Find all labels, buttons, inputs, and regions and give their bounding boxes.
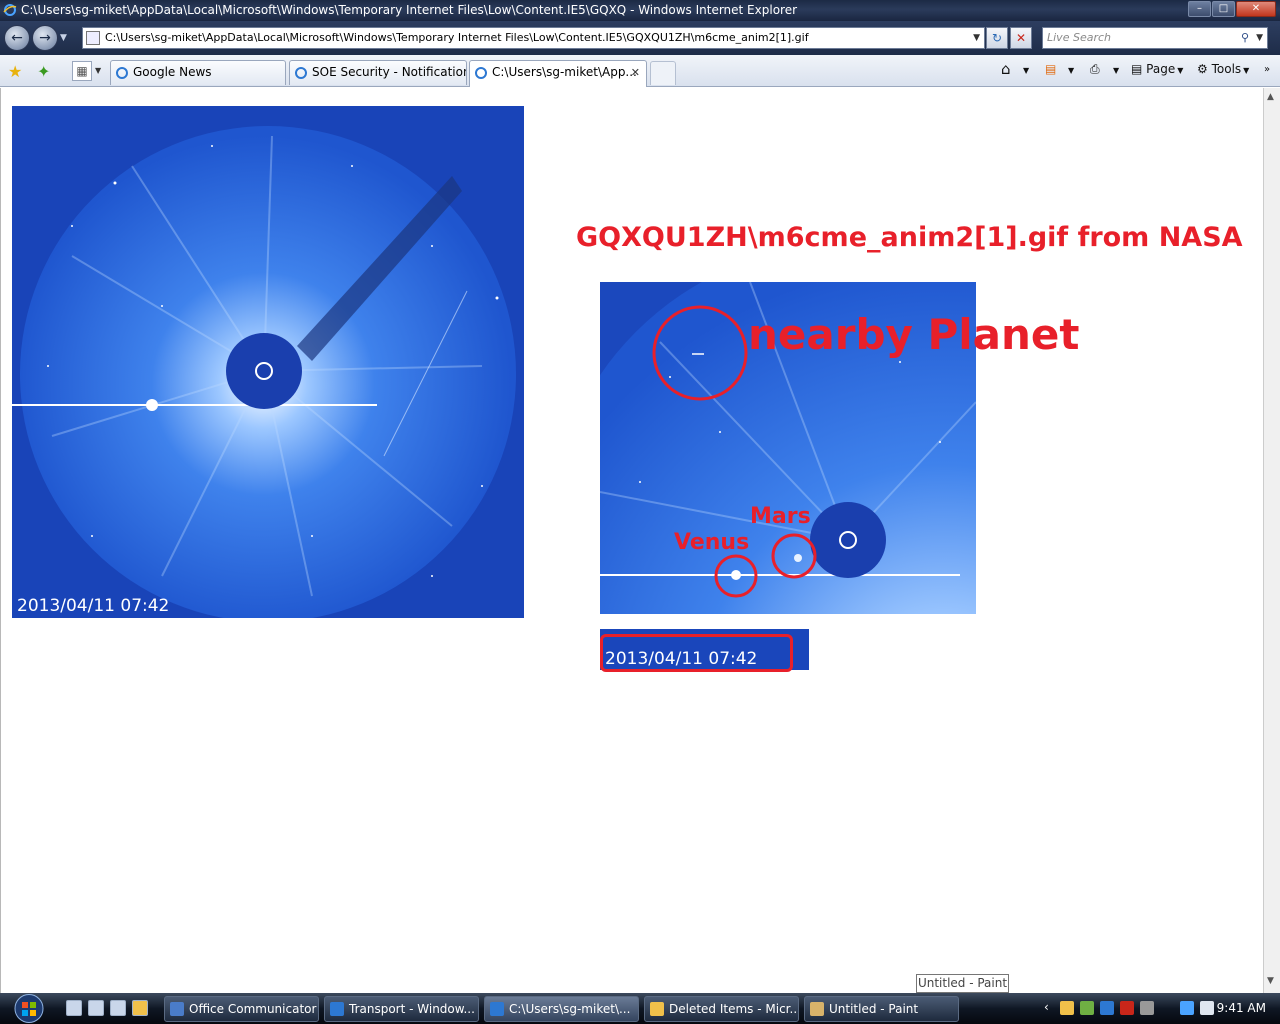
page-heading: GQXQU1ZH\m6cme_anim2[1].gif from NASA — [576, 222, 1243, 253]
taskbar-button-label: Deleted Items - Micr... — [669, 1002, 799, 1016]
search-dropdown-icon[interactable]: ▼ — [1256, 28, 1263, 48]
tab-label: SOE Security - Notification — [312, 65, 467, 79]
ie-taskbar-icon — [490, 1002, 504, 1016]
paint-taskbar-icon — [810, 1002, 824, 1016]
taskbar-button-label: Office Communicator — [189, 1002, 317, 1016]
history-dropdown-icon[interactable]: ▼ — [60, 33, 67, 43]
feeds-dropdown-icon[interactable]: ▼ — [1066, 62, 1074, 76]
vertical-scrollbar[interactable]: ▲ ▼ — [1263, 88, 1280, 993]
search-input[interactable]: Live Search ⚲ ▼ — [1042, 27, 1268, 49]
tray-connection-icon[interactable] — [1180, 1001, 1194, 1015]
search-icon[interactable]: ⚲ — [1241, 28, 1249, 48]
tab-label: C:\Users\sg-miket\App... — [492, 65, 637, 79]
tab-google-news[interactable]: Google News — [110, 60, 286, 85]
stop-icon: ✕ — [1015, 31, 1027, 45]
taskbar: Office Communicator Transport - Window..… — [0, 993, 1280, 1024]
ie-taskbar-icon — [330, 1002, 344, 1016]
outlook-taskbar-icon — [650, 1002, 664, 1016]
tools-menu-button[interactable]: ⚙ Tools ▼ — [1197, 62, 1249, 76]
favorites-star-icon[interactable]: ★ — [8, 62, 22, 81]
tray-device-icon[interactable] — [1140, 1001, 1154, 1015]
back-arrow-icon: ← — [11, 30, 23, 46]
ie-page-icon — [116, 67, 128, 79]
taskbar-button-label: Transport - Window... — [349, 1002, 475, 1016]
tray-clock[interactable]: 9:41 AM — [1217, 1001, 1266, 1015]
taskbar-deleted-items[interactable]: Deleted Items - Micr... — [644, 996, 799, 1022]
tray-expand-icon[interactable]: ‹ — [1044, 1000, 1049, 1014]
system-tray: ‹ 9:41 AM — [1044, 993, 1280, 1024]
tab-soe-security[interactable]: SOE Security - Notification — [289, 60, 467, 85]
taskbar-current-ie[interactable]: C:\Users\sg-miket\... — [484, 996, 639, 1022]
taskbar-tooltip: Untitled - Paint — [916, 974, 1009, 993]
add-favorite-icon[interactable]: ✦ — [37, 62, 50, 81]
quicklaunch-ie-icon[interactable] — [66, 1000, 82, 1016]
tab-list-dropdown-icon[interactable]: ▼ — [95, 66, 101, 75]
scroll-down-icon[interactable]: ▼ — [1267, 976, 1274, 986]
navigation-bar: ← → ▼ C:\Users\sg-miket\AppData\Local\Mi… — [0, 21, 1280, 55]
tab-bar: ★ ✦ ▦ ▼ Google News SOE Security - Notif… — [0, 55, 1280, 87]
page-menu-icon: ▤ — [1131, 62, 1143, 76]
page-menu-button[interactable]: ▤ Page ▼ — [1131, 62, 1183, 76]
coronagraph-graphic — [12, 106, 524, 618]
scroll-up-icon[interactable]: ▲ — [1267, 92, 1274, 102]
timestamp-highlight-box — [600, 634, 793, 672]
home-dropdown-icon[interactable]: ▼ — [1021, 62, 1029, 76]
forward-arrow-icon: → — [39, 30, 51, 46]
new-tab-button[interactable] — [650, 61, 676, 85]
search-placeholder: Live Search — [1047, 31, 1111, 44]
tab-label: Google News — [133, 65, 212, 79]
page-icon — [86, 31, 100, 45]
print-icon[interactable]: ⎙ — [1090, 62, 1100, 77]
ie-page-icon — [475, 67, 487, 79]
ie-page-icon — [295, 67, 307, 79]
image-timestamp: 2013/04/11 07:42 — [17, 596, 170, 616]
tab-current-file[interactable]: C:\Users\sg-miket\App... ✕ — [469, 60, 647, 87]
refresh-icon: ↻ — [991, 31, 1003, 45]
start-button[interactable] — [8, 993, 50, 1024]
quick-tabs-icon: ▦ — [76, 64, 88, 78]
close-tab-icon[interactable]: ✕ — [631, 61, 640, 84]
quicklaunch-desktop-icon[interactable] — [88, 1000, 104, 1016]
page-menu-label: Page — [1146, 62, 1176, 76]
ie-logo-icon — [3, 4, 17, 16]
minimize-button[interactable]: – — [1188, 1, 1211, 17]
address-dropdown-icon[interactable]: ▼ — [973, 28, 980, 48]
annotation-nearby-planet: nearby Planet — [748, 310, 1080, 359]
window-title: C:\Users\sg-miket\AppData\Local\Microsof… — [21, 3, 798, 17]
annotation-mars: Mars — [750, 504, 811, 529]
taskbar-button-label: C:\Users\sg-miket\... — [509, 1002, 631, 1016]
maximize-button[interactable]: □ — [1212, 1, 1235, 17]
feeds-icon[interactable]: ▤ — [1045, 62, 1056, 76]
taskbar-office-communicator[interactable]: Office Communicator — [164, 996, 319, 1022]
title-bar: C:\Users\sg-miket\AppData\Local\Microsof… — [0, 0, 1280, 21]
annotation-venus: Venus — [674, 530, 750, 555]
tray-security-icon[interactable] — [1120, 1001, 1134, 1015]
print-dropdown-icon[interactable]: ▼ — [1111, 62, 1119, 76]
taskbar-paint[interactable]: Untitled - Paint — [804, 996, 959, 1022]
communicator-icon — [170, 1002, 184, 1016]
lasco-coronagraph-image: 2013/04/11 07:42 — [12, 106, 524, 618]
quicklaunch-switch-icon[interactable] — [110, 1000, 126, 1016]
tray-outlook-icon[interactable] — [1060, 1001, 1074, 1015]
toolbar-overflow-icon[interactable]: » — [1264, 64, 1270, 75]
refresh-button[interactable]: ↻ — [986, 27, 1008, 49]
tools-menu-label: Tools — [1211, 62, 1242, 76]
tools-gear-icon: ⚙ — [1197, 62, 1208, 76]
back-button[interactable]: ← — [4, 25, 30, 51]
tray-volume-icon[interactable] — [1200, 1001, 1214, 1015]
stop-button[interactable]: ✕ — [1010, 27, 1032, 49]
close-window-button[interactable]: ✕ — [1236, 1, 1276, 17]
quick-tabs-button[interactable]: ▦ — [72, 61, 92, 81]
address-url: C:\Users\sg-miket\AppData\Local\Microsof… — [105, 31, 809, 44]
quicklaunch-outlook-icon[interactable] — [132, 1000, 148, 1016]
forward-button[interactable]: → — [32, 25, 58, 51]
home-icon[interactable]: ⌂ — [1001, 60, 1011, 78]
tray-communicator-icon[interactable] — [1100, 1001, 1114, 1015]
address-field[interactable]: C:\Users\sg-miket\AppData\Local\Microsof… — [82, 27, 985, 49]
taskbar-button-label: Untitled - Paint — [829, 1002, 919, 1016]
taskbar-transport-window[interactable]: Transport - Window... — [324, 996, 479, 1022]
tray-network-icon[interactable] — [1080, 1001, 1094, 1015]
